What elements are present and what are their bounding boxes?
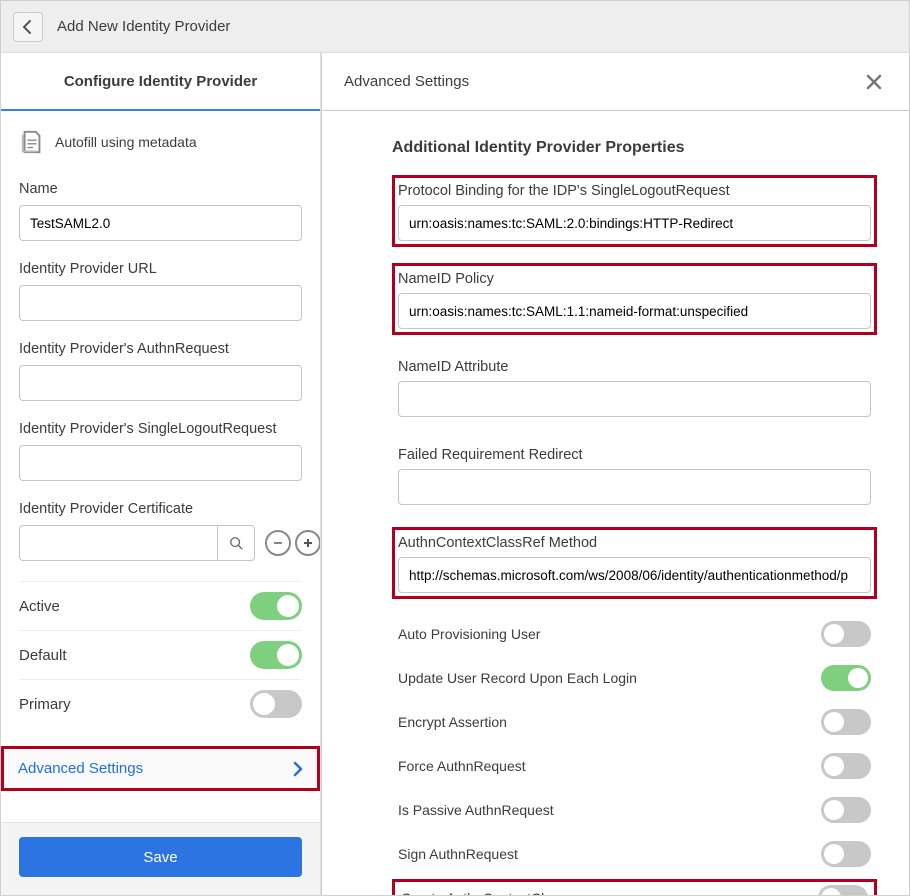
chevron-left-icon	[22, 20, 34, 34]
default-label: Default	[19, 647, 67, 664]
force-authn-toggle[interactable]	[821, 753, 871, 779]
authn-ctx-method-label: AuthnContextClassRef Method	[398, 533, 871, 551]
right-panel: Advanced Settings Additional Identity Pr…	[321, 53, 909, 895]
create-ctx-label: Create AuthnContextClass	[401, 890, 566, 895]
update-record-toggle[interactable]	[821, 665, 871, 691]
idp-url-input[interactable]	[19, 285, 302, 321]
add-cert-button[interactable]	[295, 530, 320, 556]
close-button[interactable]	[861, 69, 887, 95]
idp-cert-input[interactable]	[19, 525, 217, 561]
encrypt-assertion-label: Encrypt Assertion	[398, 714, 507, 730]
autofill-metadata-action[interactable]: Autofill using metadata	[19, 129, 302, 155]
create-ctx-toggle[interactable]	[818, 885, 868, 895]
search-icon	[229, 536, 243, 550]
default-toggle[interactable]	[250, 641, 302, 669]
force-authn-label: Force AuthnRequest	[398, 758, 526, 774]
is-passive-label: Is Passive AuthnRequest	[398, 802, 554, 818]
name-input[interactable]	[19, 205, 302, 241]
tab-label: Configure Identity Provider	[64, 73, 257, 90]
minus-icon	[272, 537, 284, 549]
authn-request-label: Identity Provider's AuthnRequest	[19, 341, 302, 357]
auto-provision-label: Auto Provisioning User	[398, 626, 540, 642]
back-button[interactable]	[13, 12, 43, 42]
slo-request-input[interactable]	[19, 445, 302, 481]
primary-toggle[interactable]	[250, 690, 302, 718]
document-icon	[19, 129, 45, 155]
failed-redirect-label: Failed Requirement Redirect	[398, 445, 871, 463]
remove-cert-button[interactable]	[265, 530, 291, 556]
auto-provision-toggle[interactable]	[821, 621, 871, 647]
nameid-attr-label: NameID Attribute	[398, 357, 871, 375]
slo-request-label: Identity Provider's SingleLogoutRequest	[19, 421, 302, 437]
save-button[interactable]: Save	[19, 837, 302, 877]
protocol-binding-label: Protocol Binding for the IDP's SingleLog…	[398, 181, 871, 199]
is-passive-toggle[interactable]	[821, 797, 871, 823]
nameid-attr-input[interactable]	[398, 381, 871, 417]
sign-authn-label: Sign AuthnRequest	[398, 846, 518, 862]
primary-label: Primary	[19, 696, 71, 713]
active-toggle[interactable]	[250, 592, 302, 620]
close-icon	[865, 73, 883, 91]
tab-configure-idp[interactable]: Configure Identity Provider	[1, 53, 320, 111]
encrypt-assertion-toggle[interactable]	[821, 709, 871, 735]
advanced-settings-label: Advanced Settings	[18, 760, 143, 777]
active-label: Active	[19, 598, 60, 615]
autofill-label: Autofill using metadata	[55, 134, 197, 150]
authn-ctx-method-input[interactable]	[398, 557, 871, 593]
idp-url-label: Identity Provider URL	[19, 261, 302, 277]
advanced-settings-link[interactable]: Advanced Settings	[1, 746, 320, 791]
nameid-policy-label: NameID Policy	[398, 269, 871, 287]
failed-redirect-input[interactable]	[398, 469, 871, 505]
left-panel: Configure Identity Provider Autofill usi…	[1, 53, 321, 895]
update-record-label: Update User Record Upon Each Login	[398, 670, 637, 686]
additional-properties-heading: Additional Identity Provider Properties	[392, 139, 877, 157]
advanced-settings-title: Advanced Settings	[344, 73, 469, 90]
idp-cert-search-button[interactable]	[217, 525, 255, 561]
nameid-policy-input[interactable]	[398, 293, 871, 329]
authn-request-input[interactable]	[19, 365, 302, 401]
chevron-right-icon	[293, 761, 303, 777]
plus-icon	[302, 537, 314, 549]
sign-authn-toggle[interactable]	[821, 841, 871, 867]
page-title: Add New Identity Provider	[57, 18, 230, 35]
protocol-binding-input[interactable]	[398, 205, 871, 241]
idp-cert-label: Identity Provider Certificate	[19, 501, 302, 517]
topbar: Add New Identity Provider	[1, 1, 909, 53]
name-label: Name	[19, 181, 302, 197]
